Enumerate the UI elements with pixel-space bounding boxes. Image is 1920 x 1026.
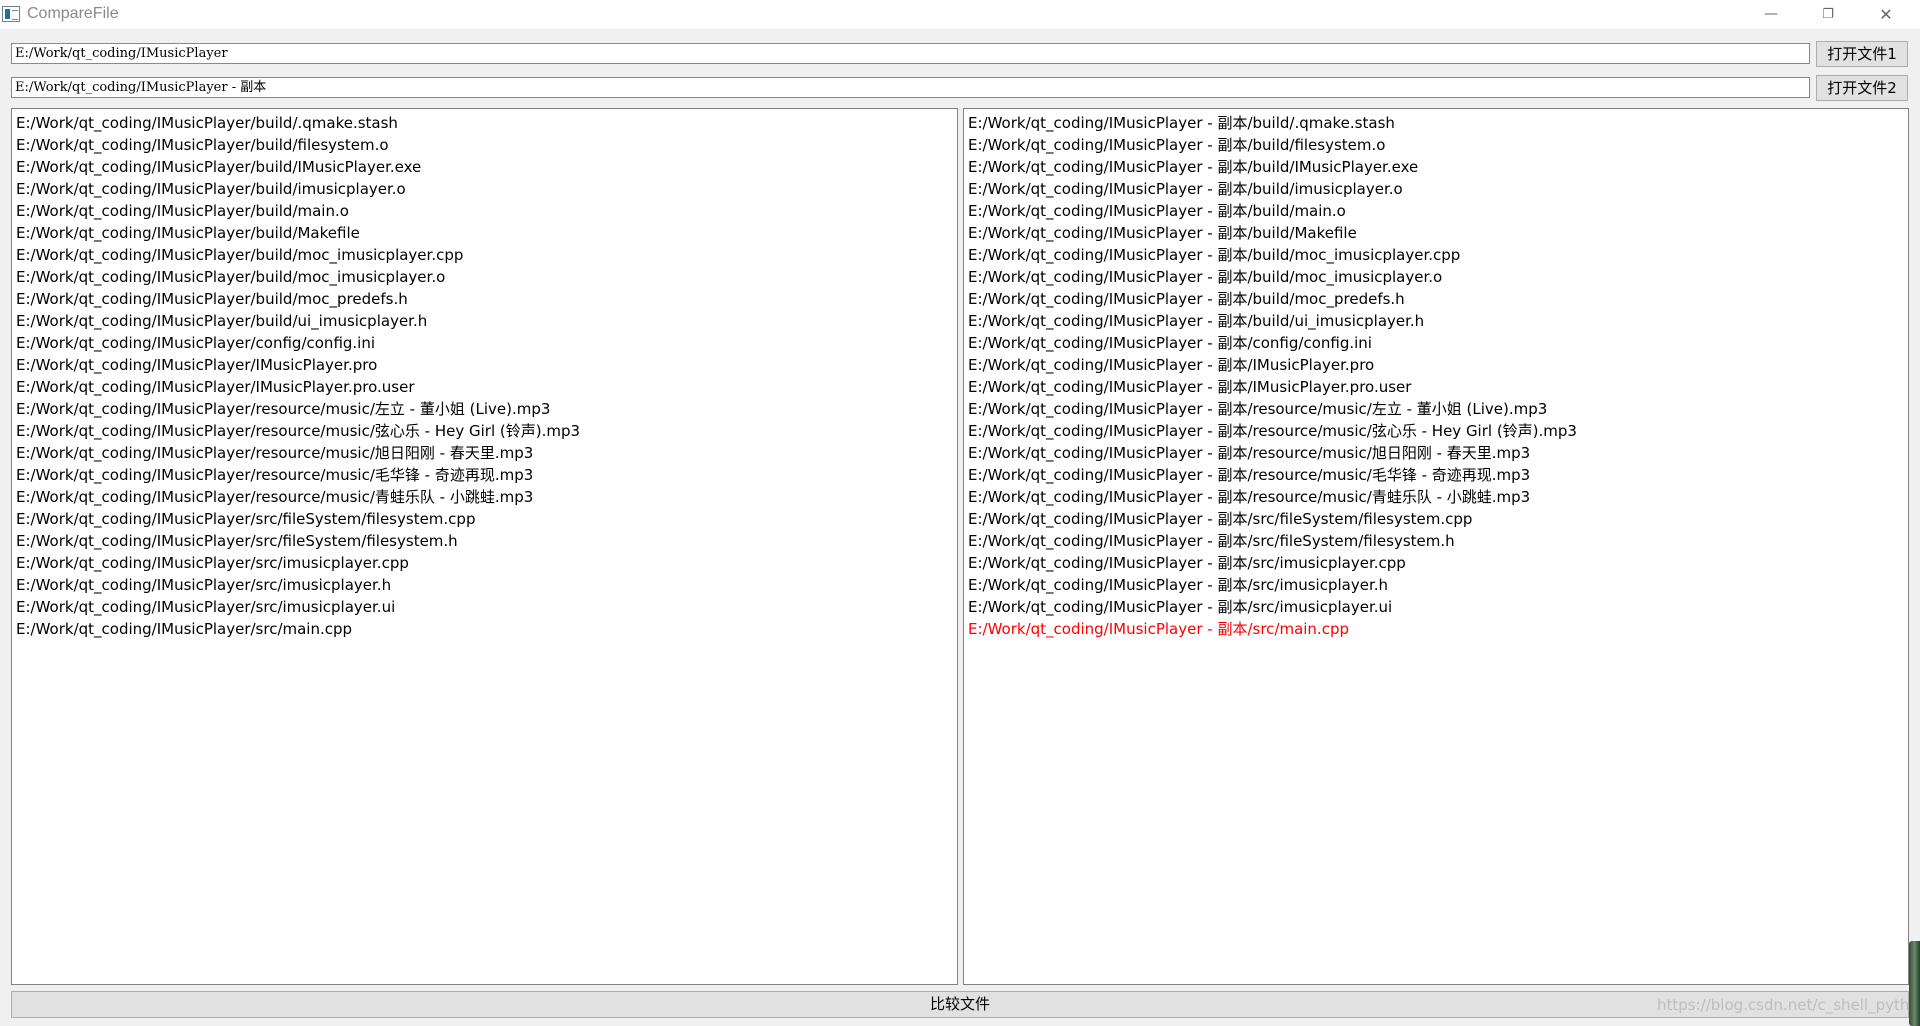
list-item[interactable]: E:/Work/qt_coding/IMusicPlayer/src/fileS… [16,530,957,552]
path2-input[interactable]: E:/Work/qt_coding/IMusicPlayer - 副本 [11,77,1810,98]
list-item[interactable]: E:/Work/qt_coding/IMusicPlayer - 副本/reso… [968,420,1908,442]
list-item[interactable]: E:/Work/qt_coding/IMusicPlayer - 副本/IMus… [968,354,1908,376]
list-item[interactable]: E:/Work/qt_coding/IMusicPlayer/resource/… [16,398,957,420]
list-item[interactable]: E:/Work/qt_coding/IMusicPlayer/build/moc… [16,288,957,310]
list-item[interactable]: E:/Work/qt_coding/IMusicPlayer - 副本/src/… [968,552,1908,574]
restore-icon[interactable]: ❐ [1800,0,1856,29]
list-item[interactable]: E:/Work/qt_coding/IMusicPlayer/resource/… [16,442,957,464]
open-file2-button[interactable]: 打开文件2 [1816,75,1908,101]
close-icon[interactable]: ✕ [1858,0,1914,29]
list-item[interactable]: E:/Work/qt_coding/IMusicPlayer - 副本/src/… [968,530,1908,552]
list-item[interactable]: E:/Work/qt_coding/IMusicPlayer/resource/… [16,464,957,486]
list-item[interactable]: E:/Work/qt_coding/IMusicPlayer - 副本/buil… [968,288,1908,310]
list-item[interactable]: E:/Work/qt_coding/IMusicPlayer - 副本/src/… [968,596,1908,618]
window-title: CompareFile [27,5,119,22]
list-item[interactable]: E:/Work/qt_coding/IMusicPlayer - 副本/reso… [968,442,1908,464]
list-item[interactable]: E:/Work/qt_coding/IMusicPlayer - 副本/src/… [968,508,1908,530]
right-file-list-items: E:/Work/qt_coding/IMusicPlayer - 副本/buil… [964,109,1908,640]
list-item[interactable]: E:/Work/qt_coding/IMusicPlayer/src/main.… [16,618,957,640]
left-file-list[interactable]: E:/Work/qt_coding/IMusicPlayer/build/.qm… [11,108,958,985]
list-item[interactable]: E:/Work/qt_coding/IMusicPlayer/src/fileS… [16,508,957,530]
list-item[interactable]: E:/Work/qt_coding/IMusicPlayer - 副本/reso… [968,398,1908,420]
list-item[interactable]: E:/Work/qt_coding/IMusicPlayer - 副本/buil… [968,134,1908,156]
app-icon [2,6,20,22]
list-item[interactable]: E:/Work/qt_coding/IMusicPlayer - 副本/IMus… [968,376,1908,398]
list-item[interactable]: E:/Work/qt_coding/IMusicPlayer/resource/… [16,486,957,508]
list-item[interactable]: E:/Work/qt_coding/IMusicPlayer/build/moc… [16,244,957,266]
list-item[interactable]: E:/Work/qt_coding/IMusicPlayer - 副本/buil… [968,156,1908,178]
list-item[interactable]: E:/Work/qt_coding/IMusicPlayer/src/imusi… [16,552,957,574]
list-item[interactable]: E:/Work/qt_coding/IMusicPlayer - 副本/reso… [968,486,1908,508]
right-file-list[interactable]: E:/Work/qt_coding/IMusicPlayer - 副本/buil… [963,108,1909,985]
list-item[interactable]: E:/Work/qt_coding/IMusicPlayer - 副本/buil… [968,178,1908,200]
side-widget-strip [1909,941,1920,1026]
list-item[interactable]: E:/Work/qt_coding/IMusicPlayer - 副本/reso… [968,464,1908,486]
list-item[interactable]: E:/Work/qt_coding/IMusicPlayer - 副本/conf… [968,332,1908,354]
list-item[interactable]: E:/Work/qt_coding/IMusicPlayer/build/fil… [16,134,957,156]
list-item[interactable]: E:/Work/qt_coding/IMusicPlayer/build/moc… [16,266,957,288]
title-bar: CompareFile — ❐ ✕ [0,0,1920,29]
list-item[interactable]: E:/Work/qt_coding/IMusicPlayer/src/imusi… [16,574,957,596]
path1-input[interactable]: E:/Work/qt_coding/IMusicPlayer [11,43,1810,64]
list-item[interactable]: E:/Work/qt_coding/IMusicPlayer - 副本/src/… [968,618,1908,640]
list-item[interactable]: E:/Work/qt_coding/IMusicPlayer/build/mai… [16,200,957,222]
list-item[interactable]: E:/Work/qt_coding/IMusicPlayer/src/imusi… [16,596,957,618]
list-item[interactable]: E:/Work/qt_coding/IMusicPlayer - 副本/buil… [968,244,1908,266]
open-file1-button[interactable]: 打开文件1 [1816,41,1908,67]
list-item[interactable]: E:/Work/qt_coding/IMusicPlayer - 副本/buil… [968,310,1908,332]
list-item[interactable]: E:/Work/qt_coding/IMusicPlayer - 副本/buil… [968,200,1908,222]
list-item[interactable]: E:/Work/qt_coding/IMusicPlayer/build/ui_… [16,310,957,332]
list-item[interactable]: E:/Work/qt_coding/IMusicPlayer/IMusicPla… [16,354,957,376]
list-item[interactable]: E:/Work/qt_coding/IMusicPlayer - 副本/buil… [968,222,1908,244]
list-item[interactable]: E:/Work/qt_coding/IMusicPlayer/build/IMu… [16,156,957,178]
list-item[interactable]: E:/Work/qt_coding/IMusicPlayer/build/.qm… [16,112,957,134]
list-item[interactable]: E:/Work/qt_coding/IMusicPlayer/build/Mak… [16,222,957,244]
list-item[interactable]: E:/Work/qt_coding/IMusicPlayer - 副本/buil… [968,112,1908,134]
list-item[interactable]: E:/Work/qt_coding/IMusicPlayer/resource/… [16,420,957,442]
list-item[interactable]: E:/Work/qt_coding/IMusicPlayer/IMusicPla… [16,376,957,398]
compare-files-button[interactable]: 比较文件 [11,991,1909,1018]
list-item[interactable]: E:/Work/qt_coding/IMusicPlayer - 副本/src/… [968,574,1908,596]
watermark: https://blog.csdn.net/c_shell_python [1657,996,1920,1014]
minimize-icon[interactable]: — [1743,0,1799,29]
left-file-list-items: E:/Work/qt_coding/IMusicPlayer/build/.qm… [12,109,957,640]
list-item[interactable]: E:/Work/qt_coding/IMusicPlayer/build/imu… [16,178,957,200]
list-item[interactable]: E:/Work/qt_coding/IMusicPlayer - 副本/buil… [968,266,1908,288]
list-item[interactable]: E:/Work/qt_coding/IMusicPlayer/config/co… [16,332,957,354]
